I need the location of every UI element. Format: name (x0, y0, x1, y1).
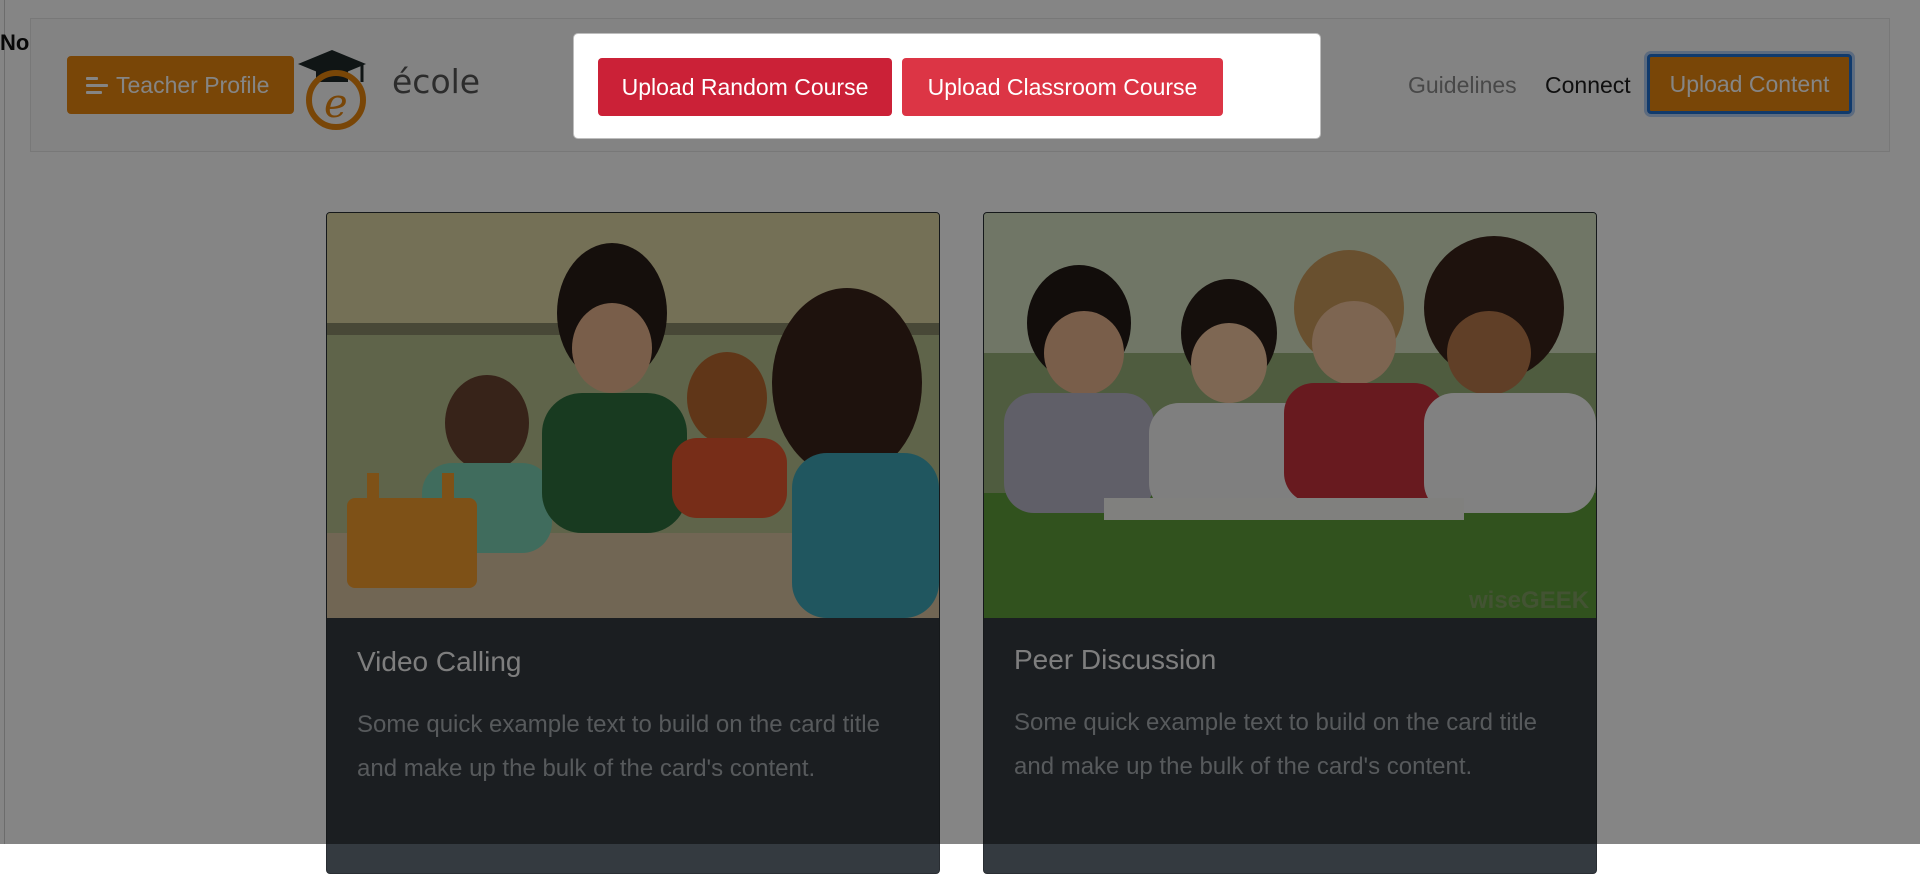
upload-classroom-course-button[interactable]: Upload Classroom Course (902, 58, 1223, 116)
upload-options-popover: Upload Random Course Upload Classroom Co… (573, 33, 1321, 139)
upload-random-course-button[interactable]: Upload Random Course (598, 58, 892, 116)
